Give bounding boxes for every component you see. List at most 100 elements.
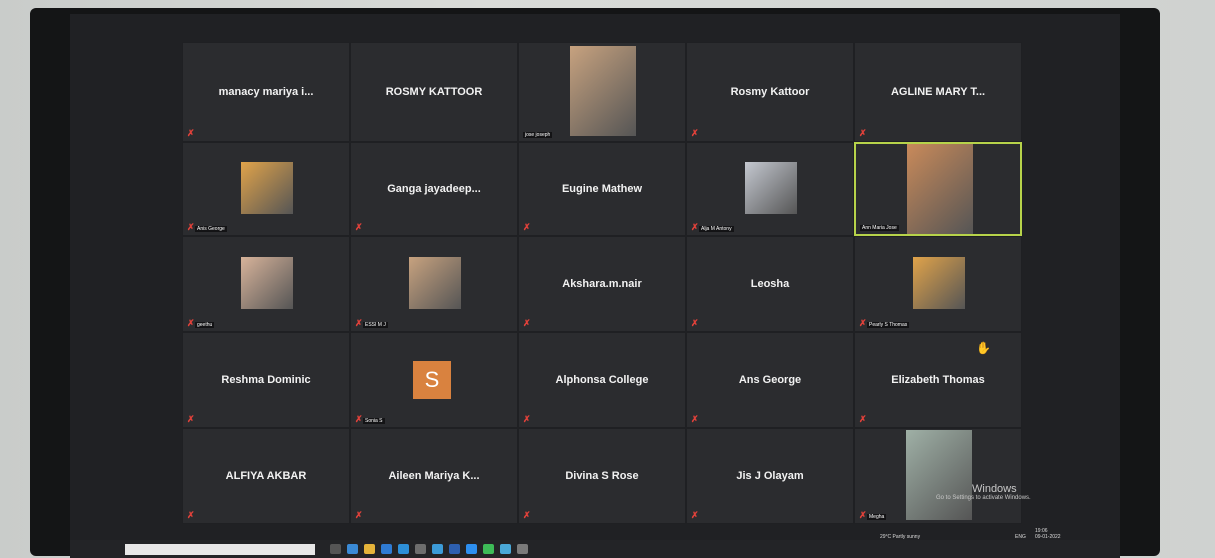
participant-tile[interactable]: Megha ✗ — [854, 428, 1022, 524]
watermark-title: Windows — [972, 483, 1017, 495]
participant-tile[interactable]: geethu ✗ — [182, 236, 350, 332]
participant-tile[interactable]: ALFIYA AKBAR ✗ — [182, 428, 350, 524]
clock-date: 09-01-2022 — [1035, 534, 1061, 540]
participant-tile[interactable]: jose joseph — [518, 42, 686, 142]
tray-clock[interactable]: 19:06 09-01-2022 — [1035, 528, 1061, 540]
participant-tile[interactable]: ESSI M J ✗ — [350, 236, 518, 332]
participant-tile[interactable]: Reshma Dominic ✗ — [182, 332, 350, 428]
edge-icon[interactable] — [381, 544, 392, 554]
mic-muted-icon: ✗ — [355, 318, 363, 328]
tray-lang[interactable]: ENG — [1015, 534, 1026, 540]
participant-name: Ans George — [738, 374, 802, 386]
mic-muted-icon: ✗ — [187, 318, 195, 328]
participant-name: Eugine Mathew — [561, 183, 643, 195]
participant-video — [745, 162, 797, 214]
participant-name: Aileen Mariya K... — [388, 470, 480, 482]
mic-muted-icon: ✗ — [859, 128, 867, 138]
photos-icon[interactable] — [500, 544, 511, 554]
participant-name: Ganga jayadeep... — [387, 183, 481, 195]
watermark-subtitle: Go to Settings to activate Windows. — [936, 495, 1031, 501]
mic-muted-icon: ✗ — [859, 414, 867, 424]
mic-muted-icon: ✗ — [691, 128, 699, 138]
mic-muted-icon: ✗ — [523, 318, 531, 328]
participant-video-label: ESSI M J — [363, 322, 388, 328]
activation-watermark: Windows Go to Settings to activate Windo… — [936, 483, 1031, 501]
mic-muted-icon: ✗ — [691, 318, 699, 328]
participant-video-label: Ann Maria Jose — [860, 225, 899, 231]
chrome-icon[interactable] — [347, 544, 358, 554]
mic-muted-icon: ✗ — [187, 510, 195, 520]
participant-tile[interactable]: manacy mariya i... ✗ — [182, 42, 350, 142]
participant-name: AGLINE MARY T... — [890, 86, 986, 98]
raised-hand-icon: ✋ — [976, 341, 991, 355]
tray-weather[interactable]: 29°C Partly sunny — [880, 534, 920, 540]
app-icon[interactable] — [432, 544, 443, 554]
participant-video — [241, 162, 293, 214]
participant-name: Rosmy Kattoor — [730, 86, 810, 98]
participant-name: Leosha — [750, 278, 790, 290]
participant-name: Divina S Rose — [565, 470, 639, 482]
participant-tile[interactable]: Akshara.m.nair ✗ — [518, 236, 686, 332]
participant-tile[interactable]: Eugine Mathew ✗ — [518, 142, 686, 236]
mic-muted-icon: ✗ — [355, 414, 363, 424]
participant-video-label: Pearly S Thomas — [867, 322, 910, 328]
mic-muted-icon: ✗ — [859, 318, 867, 328]
mic-muted-icon: ✗ — [355, 222, 363, 232]
participant-video-label: Megha — [867, 514, 887, 520]
participant-tile[interactable]: Ganga jayadeep... ✗ — [350, 142, 518, 236]
participant-tile[interactable]: S Sonia S ✗ — [350, 332, 518, 428]
participant-video — [906, 430, 972, 520]
participant-tile[interactable]: Jis J Olayam ✗ — [686, 428, 854, 524]
participant-tile[interactable]: Leosha ✗ — [686, 236, 854, 332]
participant-video — [241, 257, 293, 309]
participant-tile[interactable]: Ans George ✗ — [686, 332, 854, 428]
mail-icon[interactable] — [415, 544, 426, 554]
zoom-icon[interactable] — [466, 544, 477, 554]
explorer-icon[interactable] — [364, 544, 375, 554]
taskview-icon[interactable] — [330, 544, 341, 554]
mic-muted-icon: ✗ — [691, 510, 699, 520]
participant-tile[interactable]: Anis George ✗ — [182, 142, 350, 236]
mic-muted-icon: ✗ — [523, 222, 531, 232]
whatsapp-icon[interactable] — [483, 544, 494, 554]
language-text: ENG — [1015, 534, 1026, 540]
mic-muted-icon: ✗ — [187, 414, 195, 424]
participant-video-label: jose joseph — [523, 132, 553, 138]
participant-tile[interactable]: Alja M Antony ✗ — [686, 142, 854, 236]
participant-video-label: Sonia S — [363, 418, 385, 424]
participant-tile[interactable]: Ann Maria Jose — [854, 142, 1022, 236]
word-icon[interactable] — [449, 544, 460, 554]
participant-tile[interactable]: ROSMY KATTOOR — [350, 42, 518, 142]
mic-muted-icon: ✗ — [355, 510, 363, 520]
participant-video-label: geethu — [195, 322, 215, 328]
settings-icon[interactable] — [517, 544, 528, 554]
mic-muted-icon: ✗ — [523, 414, 531, 424]
participant-tile[interactable]: Aileen Mariya K... ✗ — [350, 428, 518, 524]
participant-name: manacy mariya i... — [218, 86, 314, 98]
participant-tile[interactable]: Rosmy Kattoor ✗ — [686, 42, 854, 142]
participant-tile[interactable]: Divina S Rose ✗ — [518, 428, 686, 524]
participant-name: Elizabeth Thomas — [891, 374, 985, 386]
participant-video-label: Anis George — [195, 226, 227, 232]
mic-muted-icon: ✗ — [187, 128, 195, 138]
mic-muted-icon: ✗ — [691, 414, 699, 424]
taskbar-search-box[interactable] — [125, 544, 315, 555]
video-grid: manacy mariya i... ✗ ROSMY KATTOOR jose jos… — [182, 42, 1022, 524]
avatar: S — [413, 361, 451, 399]
participant-name: ROSMY KATTOOR — [385, 86, 483, 98]
participant-video — [913, 257, 965, 309]
mic-muted-icon: ✗ — [187, 222, 195, 232]
participant-tile[interactable]: Pearly S Thomas ✗ — [854, 236, 1022, 332]
participant-tile[interactable]: AGLINE MARY T... ✗ — [854, 42, 1022, 142]
store-icon[interactable] — [398, 544, 409, 554]
weather-text: 29°C Partly sunny — [880, 534, 921, 540]
participant-name: Jis J Olayam — [736, 470, 804, 482]
participant-tile[interactable]: Elizabeth Thomas ✗ ✋ — [854, 332, 1022, 428]
participant-tile[interactable]: Alphonsa College ✗ — [518, 332, 686, 428]
participant-video — [570, 46, 636, 136]
mic-muted-icon: ✗ — [859, 510, 867, 520]
monitor-screen: manacy mariya i... ✗ ROSMY KATTOOR jose jos… — [70, 14, 1120, 546]
mic-muted-icon: ✗ — [523, 510, 531, 520]
participant-video-label: Alja M Antony — [699, 226, 734, 232]
participant-name: Akshara.m.nair — [562, 278, 642, 290]
